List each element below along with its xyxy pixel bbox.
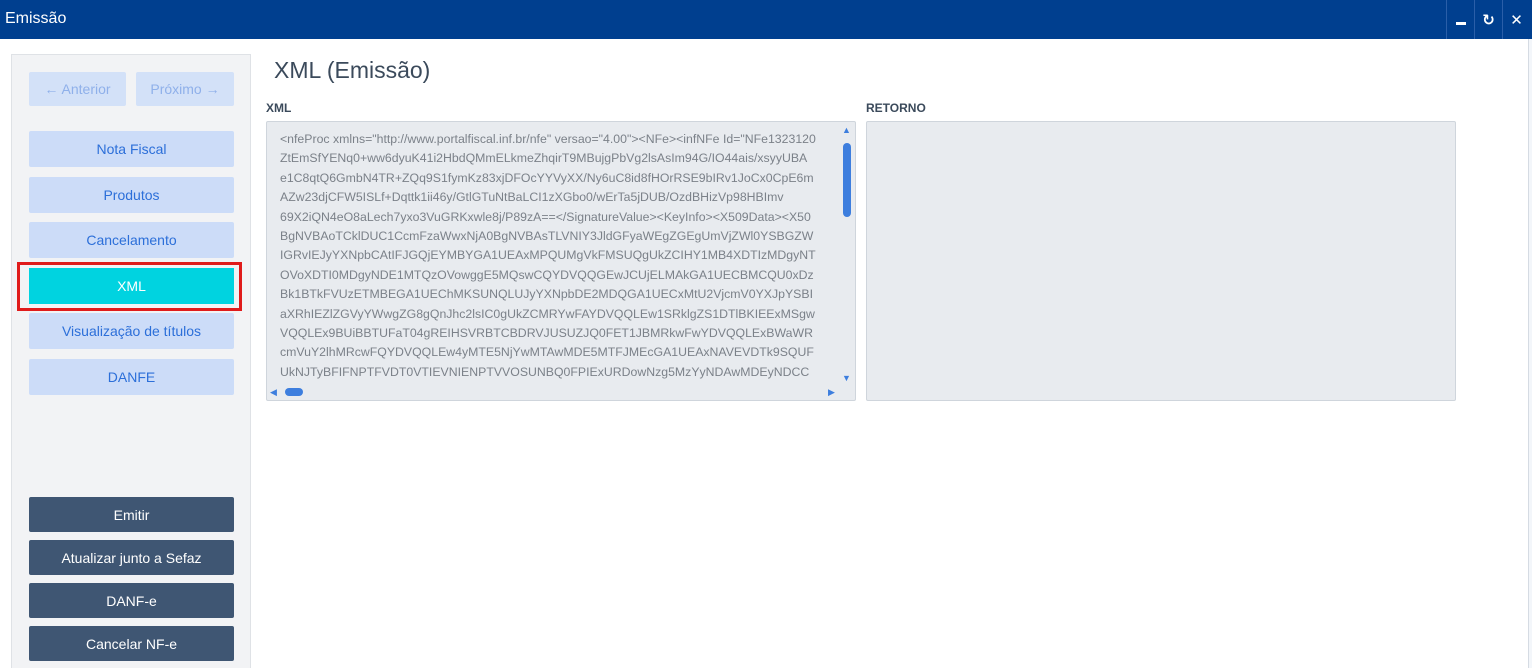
- atualizar-sefaz-button[interactable]: Atualizar junto a Sefaz: [29, 540, 234, 575]
- window-titlebar: Emissão ↻ ✕: [0, 0, 1532, 39]
- xml-line: AZw23djCFW5ISLf+Dqttk1ii46y/GtlGTuNtBaLC…: [280, 190, 784, 205]
- restore-button[interactable]: ↻: [1474, 0, 1502, 39]
- danf-e-button[interactable]: DANF-e: [29, 583, 234, 618]
- cancelar-nfe-button[interactable]: Cancelar NF-e: [29, 626, 234, 661]
- previous-button[interactable]: ← Anterior: [29, 72, 126, 106]
- minimize-icon: [1455, 22, 1466, 25]
- next-button[interactable]: Próximo →: [136, 72, 234, 106]
- vertical-scroll-thumb[interactable]: [843, 143, 851, 217]
- retorno-label: RETORNO: [866, 101, 926, 115]
- page-title: XML (Emissão): [274, 57, 431, 83]
- xml-line: aXRhIEZlZGVyYWwgZG8gQnJhc2lsIC0gUkZCMRYw…: [280, 306, 815, 321]
- tab-cancelamento[interactable]: Cancelamento: [29, 222, 234, 258]
- tab-danfe[interactable]: DANFE: [29, 359, 234, 395]
- horizontal-scroll-thumb[interactable]: [285, 388, 303, 396]
- xml-line: cmVuY2lhMRcwFQYDVQQLEw4yMTE5NjYwMTAwMDE5…: [280, 345, 814, 360]
- xml-label: XML: [266, 101, 292, 115]
- window-edge: [1528, 39, 1532, 668]
- tab-visualizacao-titulos[interactable]: Visualização de títulos: [29, 313, 234, 349]
- retorno-textarea[interactable]: [866, 121, 1456, 401]
- xml-line: BgNVBAoTCklDUC1CcmFzaWwxNjA0BgNVBAsTLVNI…: [280, 229, 814, 244]
- emitir-button[interactable]: Emitir: [29, 497, 234, 532]
- tab-produtos[interactable]: Produtos: [29, 177, 234, 213]
- minimize-button[interactable]: [1446, 0, 1474, 39]
- sidebar: ← Anterior Próximo → Nota Fiscal Produto…: [11, 54, 251, 668]
- tab-nota-fiscal[interactable]: Nota Fiscal: [29, 131, 234, 167]
- vertical-scrollbar[interactable]: ▲ ▼: [842, 125, 852, 383]
- xml-line: VQQLEx9BUiBBTUFaT04gREIHSVRBTCBDRVJUSUZJ…: [280, 326, 813, 341]
- scroll-down-icon[interactable]: ▼: [842, 373, 851, 383]
- scroll-up-icon[interactable]: ▲: [842, 125, 851, 135]
- tab-xml[interactable]: XML: [29, 268, 234, 304]
- horizontal-scrollbar[interactable]: ◀ ▶: [270, 387, 840, 397]
- restore-icon: ↻: [1482, 11, 1495, 29]
- xml-line: Bk1BTkFVUzETMBEGA1UEChMKSUNQLUJyYXNpbDE2…: [280, 287, 813, 302]
- scroll-right-icon[interactable]: ▶: [828, 387, 835, 397]
- xml-textarea[interactable]: <nfeProc xmlns="http://www.portalfiscal.…: [266, 121, 856, 401]
- xml-content: <nfeProc xmlns="http://www.portalfiscal.…: [280, 130, 840, 382]
- xml-line: e1C8qtQ6GmbN4TR+ZQq9S1fymKz83xjDFOcYYVyX…: [280, 170, 814, 185]
- xml-line: <nfeProc xmlns="http://www.portalfiscal.…: [280, 132, 816, 146]
- xml-line: 69X2iQN4eO8aLech7yxo3VuGRKxwle8j/P89zA==…: [280, 209, 811, 224]
- scroll-left-icon[interactable]: ◀: [270, 387, 277, 397]
- xml-line: IGRvIEJyYXNpbCAtIFJGQjEYMBYGA1UEAxMPQUMg…: [280, 248, 816, 263]
- xml-line: UkNJTyBFIFNPTFVDT0VTIEVNIENPTVVOSUNBQ0FP…: [280, 364, 810, 379]
- close-icon: ✕: [1510, 11, 1523, 29]
- xml-line: OVoXDTI0MDgyNDE1MTQzOVowggE5MQswCQYDVQQG…: [280, 267, 814, 282]
- window-title: Emissão: [5, 10, 67, 27]
- close-button[interactable]: ✕: [1502, 0, 1530, 39]
- xml-line: ZtEmSfYENq0+ww6dyuK41i2HbdQMmELkmeZhqirT…: [280, 151, 808, 166]
